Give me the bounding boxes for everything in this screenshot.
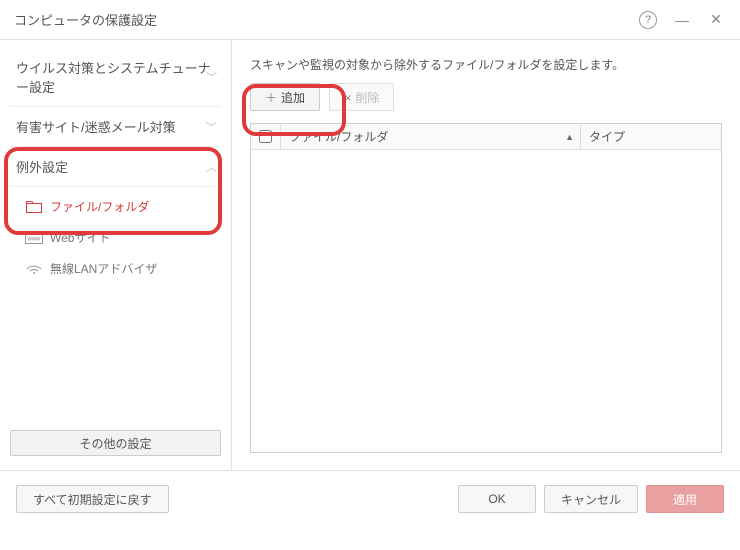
sidebar-item-label: Webサイト — [50, 229, 110, 246]
sidebar-item-label: ファイル/フォルダ — [50, 198, 149, 215]
plus-icon: ＋ — [265, 91, 277, 105]
table-header: ファイル/フォルダ ▲ タイプ — [251, 124, 721, 150]
www-icon: www — [24, 232, 44, 244]
nav-group-label: 有害サイト/迷惑メール対策 — [16, 117, 176, 136]
column-file-folder[interactable]: ファイル/フォルダ ▲ — [281, 124, 581, 149]
apply-button[interactable]: 適用 — [646, 485, 724, 513]
nav-group-harmful[interactable]: 有害サイト/迷惑メール対策 ﹀ — [10, 107, 221, 147]
sidebar-item-label: 無線LANアドバイザ — [50, 260, 157, 277]
nav-group-exceptions[interactable]: 例外設定 ︿ — [10, 147, 221, 187]
description-text: スキャンや監視の対象から除外するファイル/フォルダを設定します。 — [250, 56, 722, 73]
close-icon[interactable]: ✕ — [706, 10, 726, 30]
folder-icon — [24, 201, 44, 213]
column-type[interactable]: タイプ — [581, 124, 721, 149]
delete-button-label: 削除 — [355, 91, 379, 105]
minimize-icon[interactable]: — — [672, 10, 692, 30]
chevron-down-icon: ﹀ — [206, 69, 217, 85]
sidebar: ウイルス対策とシステムチューナー設定 ﹀ 有害サイト/迷惑メール対策 ﹀ 例外設… — [0, 40, 232, 470]
exceptions-sublist: ファイル/フォルダ www Webサイト 無線LANアドバイザ — [10, 187, 221, 290]
other-settings: その他の設定 — [10, 430, 221, 456]
x-icon: × — [344, 91, 351, 105]
footer: すべて初期設定に戻す OK キャンセル 適用 — [0, 470, 740, 548]
nav-group-virus[interactable]: ウイルス対策とシステムチューナー設定 ﹀ — [10, 48, 221, 107]
sidebar-item-wifi-advisor[interactable]: 無線LANアドバイザ — [10, 253, 221, 284]
delete-button: × 削除 — [329, 83, 394, 111]
chevron-up-icon: ︿ — [206, 159, 217, 175]
chevron-down-icon: ﹀ — [206, 119, 217, 135]
reset-defaults-button[interactable]: すべて初期設定に戻す — [16, 485, 169, 513]
main-panel: スキャンや監視の対象から除外するファイル/フォルダを設定します。 ＋ 追加 × 削除… — [232, 40, 740, 470]
ok-button[interactable]: OK — [458, 485, 536, 513]
toolbar: ＋ 追加 × 削除 — [250, 83, 722, 111]
nav-group-label: 例外設定 — [16, 157, 68, 176]
help-icon[interactable]: ? — [638, 10, 658, 30]
column-label: ファイル/フォルダ — [289, 128, 388, 145]
sort-asc-icon: ▲ — [565, 132, 574, 142]
cancel-button[interactable]: キャンセル — [544, 485, 638, 513]
select-all-checkbox[interactable] — [259, 130, 272, 143]
add-button[interactable]: ＋ 追加 — [250, 83, 320, 111]
sidebar-item-website[interactable]: www Webサイト — [10, 222, 221, 253]
svg-text:www: www — [27, 236, 42, 242]
sidebar-item-file-folder[interactable]: ファイル/フォルダ — [10, 191, 221, 222]
add-button-label: 追加 — [281, 91, 305, 105]
titlebar: コンピュータの保護設定 ? — ✕ — [0, 0, 740, 40]
window-title: コンピュータの保護設定 — [14, 10, 157, 29]
other-settings-button[interactable]: その他の設定 — [10, 430, 221, 456]
nav-group-label: ウイルス対策とシステムチューナー設定 — [16, 58, 215, 96]
wifi-icon — [24, 263, 44, 275]
column-label: タイプ — [589, 128, 625, 145]
column-select-all[interactable] — [251, 124, 281, 149]
exclusion-table: ファイル/フォルダ ▲ タイプ — [250, 123, 722, 453]
